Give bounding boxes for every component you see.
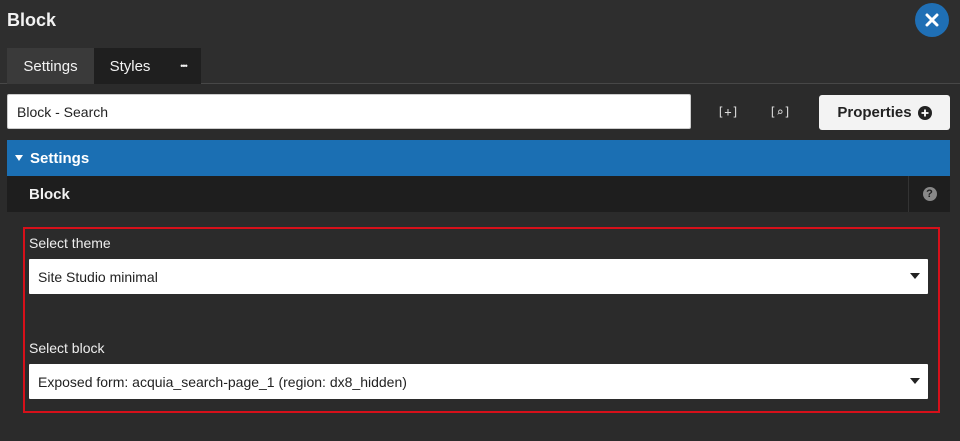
select-block-label: Select block bbox=[29, 340, 105, 356]
search-icon: [⌕] bbox=[769, 105, 791, 119]
block-select[interactable]: Exposed form: acquia_search-page_1 (regi… bbox=[29, 364, 928, 399]
theme-select[interactable]: Site Studio minimal bbox=[29, 259, 928, 294]
block-panel-header: Block ? bbox=[7, 176, 950, 212]
tab-styles[interactable]: Styles bbox=[94, 48, 166, 84]
tab-bar: Settings Styles ••• bbox=[0, 44, 960, 84]
block-panel-title: Block bbox=[29, 186, 70, 203]
block-select-value: Exposed form: acquia_search-page_1 (regi… bbox=[38, 373, 407, 390]
help-icon: ? bbox=[922, 187, 937, 201]
chevron-down-icon bbox=[910, 273, 920, 279]
properties-button[interactable]: Properties bbox=[819, 95, 950, 130]
close-icon bbox=[925, 13, 939, 27]
plus-circle-icon bbox=[917, 105, 932, 120]
settings-section-header[interactable]: Settings bbox=[7, 140, 950, 176]
select-theme-label: Select theme bbox=[29, 235, 111, 251]
expand-button[interactable]: [+] bbox=[717, 101, 739, 123]
help-button[interactable]: ? bbox=[908, 176, 950, 212]
expand-icon: [+] bbox=[717, 105, 739, 119]
tab-more-menu[interactable]: ••• bbox=[166, 48, 201, 84]
theme-select-value: Site Studio minimal bbox=[38, 268, 158, 285]
window-titlebar: Block bbox=[0, 0, 960, 44]
more-icon: ••• bbox=[180, 61, 188, 71]
search-button[interactable]: [⌕] bbox=[769, 101, 791, 123]
caret-down-icon bbox=[15, 155, 23, 161]
tab-settings[interactable]: Settings bbox=[7, 48, 94, 84]
settings-section-title: Settings bbox=[30, 149, 90, 167]
chevron-down-icon bbox=[910, 378, 920, 384]
properties-label: Properties bbox=[837, 104, 912, 121]
block-name-input[interactable]: Block - Search bbox=[7, 94, 691, 129]
close-button[interactable] bbox=[915, 3, 949, 37]
window-title: Block bbox=[7, 10, 57, 30]
